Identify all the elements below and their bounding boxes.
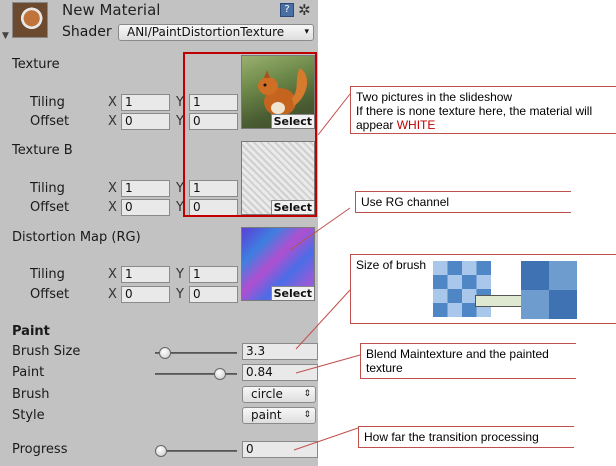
progress-callout: How far the transition processing: [358, 426, 574, 448]
connector-slideshow: [317, 93, 351, 136]
connector-rg: [289, 207, 351, 251]
progress-note: How far the transition processing: [364, 430, 539, 444]
arrow-icon: [475, 295, 523, 307]
brush-size-callout: Size of brush: [350, 254, 616, 324]
slideshow-note: Two pictures in the slideshow: [356, 90, 513, 104]
annotation-connectors: [289, 93, 361, 451]
rg-channel-note: Use RG channel: [361, 195, 450, 209]
slideshow-warning: If there is none texture here, the mater…: [356, 104, 593, 132]
blend-note: Blend Maintexture and the painted textur…: [366, 347, 549, 375]
connector-brush-size: [295, 289, 351, 350]
brush-size-note: Size of brush: [356, 258, 427, 272]
connector-progress: [293, 427, 359, 451]
rg-channel-callout: Use RG channel: [355, 191, 571, 213]
slideshow-callout: Two pictures in the slideshow If there i…: [350, 86, 616, 134]
large-brush-pattern: [521, 261, 577, 319]
white-highlight: WHITE: [396, 118, 436, 132]
small-brush-pattern: [433, 261, 491, 317]
blend-callout: Blend Maintexture and the painted textur…: [360, 343, 576, 379]
connector-blend: [295, 354, 361, 374]
